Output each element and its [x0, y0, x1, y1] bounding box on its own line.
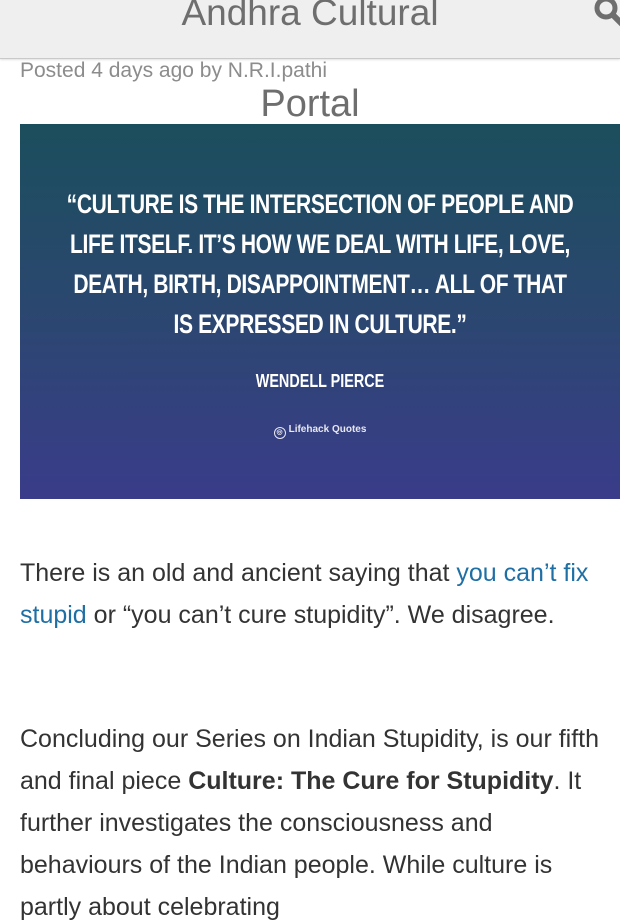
site-title-continued: Portal [260, 83, 360, 125]
intro-paragraph: There is an old and ancient saying that … [20, 552, 620, 636]
quote-source: ◎ Lifehack Quotes [20, 424, 620, 439]
quote-author: WENDELL PIERCE [255, 371, 385, 391]
quote-source-label: Lifehack Quotes [288, 424, 367, 435]
site-header: Andhra Cultural [0, 0, 620, 59]
quote-text: “CULTURE IS THE INTERSECTION OF PEOPLE A… [66, 189, 574, 339]
article-title-bold: Culture: The Cure for Stupidity [188, 767, 554, 795]
lifehack-logo-icon: ◎ [273, 427, 286, 439]
intro-text-end: or “you can’t cure stupidity”. We disagr… [86, 601, 555, 629]
intro-text-start: There is an old and ancient saying that [20, 559, 457, 587]
series-paragraph: Concluding our Series on Indian Stupidit… [20, 718, 620, 920]
site-title[interactable]: Andhra Cultural [0, 0, 620, 38]
search-icon[interactable] [590, 0, 620, 32]
quote-image: “CULTURE IS THE INTERSECTION OF PEOPLE A… [20, 124, 620, 499]
